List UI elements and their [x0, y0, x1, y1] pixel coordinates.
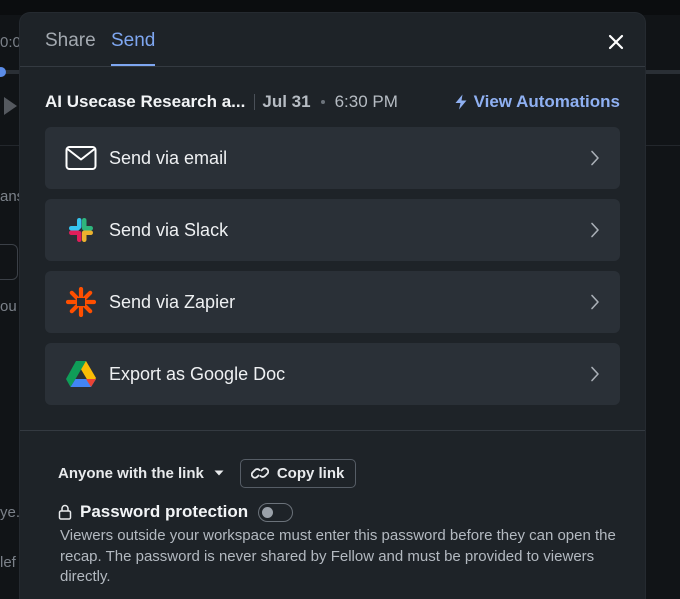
modal-tabs: Share Send [20, 13, 645, 67]
password-protection-label: Password protection [80, 502, 249, 521]
background-timestamp: 0:0 [0, 34, 21, 51]
meeting-time: 6:30 PM [334, 92, 398, 111]
copy-link-button[interactable]: Copy link [239, 458, 357, 488]
view-automations-link[interactable]: View Automations [454, 92, 620, 112]
background-button [0, 244, 18, 280]
meta-separator [254, 94, 256, 110]
view-automations-label: View Automations [473, 92, 620, 111]
tab-share[interactable]: Share [45, 30, 96, 62]
lock-icon [58, 504, 72, 520]
share-send-modal: Share Send AI Usecase Research a... Jul … [20, 13, 645, 599]
tab-send[interactable]: Send [111, 30, 156, 66]
google-drive-icon [65, 358, 97, 390]
zapier-icon [65, 286, 97, 318]
section-divider [20, 430, 645, 431]
background-play-icon [4, 97, 17, 115]
link-access-row: Anyone with the link Copy link [58, 458, 357, 488]
meta-dot [320, 100, 325, 104]
meeting-meta-row: AI Usecase Research a... Jul 31 6:30 PM … [45, 90, 620, 114]
send-via-email-option[interactable]: Send via email [45, 127, 620, 189]
link-icon [250, 467, 269, 479]
password-protection-description: Viewers outside your workspace must ente… [60, 527, 616, 585]
toggle-knob [262, 506, 274, 518]
background-text-fragment: ye. [0, 504, 21, 521]
chevron-right-icon [591, 150, 599, 166]
password-protection-toggle[interactable] [258, 502, 294, 522]
copy-link-label: Copy link [276, 464, 345, 482]
export-google-doc-option[interactable]: Export as Google Doc [45, 343, 620, 405]
send-via-zapier-option[interactable]: Send via Zapier [45, 271, 620, 333]
option-label: Export as Google Doc [109, 363, 286, 384]
chevron-right-icon [591, 366, 599, 382]
lightning-icon [455, 94, 467, 110]
background-text-fragment: ou [0, 298, 17, 315]
chevron-right-icon [591, 294, 599, 310]
send-via-slack-option[interactable]: Send via Slack [45, 199, 620, 261]
link-access-dropdown[interactable]: Anyone with the link [58, 465, 224, 482]
background-progress-knob [0, 67, 6, 77]
close-icon [608, 34, 624, 50]
meeting-title: AI Usecase Research a... [45, 92, 246, 111]
envelope-icon [65, 142, 97, 174]
password-protection-row: Password protection [58, 500, 294, 524]
option-label: Send via email [109, 147, 228, 168]
meeting-date: Jul 31 [262, 92, 311, 111]
option-label: Send via Zapier [109, 291, 236, 312]
background-text-fragment: lef [0, 554, 16, 571]
chevron-right-icon [591, 222, 599, 238]
slack-icon [65, 214, 97, 246]
link-access-value: Anyone with the link [58, 464, 204, 482]
close-button[interactable] [605, 31, 627, 53]
option-label: Send via Slack [109, 219, 229, 240]
caret-down-icon [214, 470, 224, 476]
